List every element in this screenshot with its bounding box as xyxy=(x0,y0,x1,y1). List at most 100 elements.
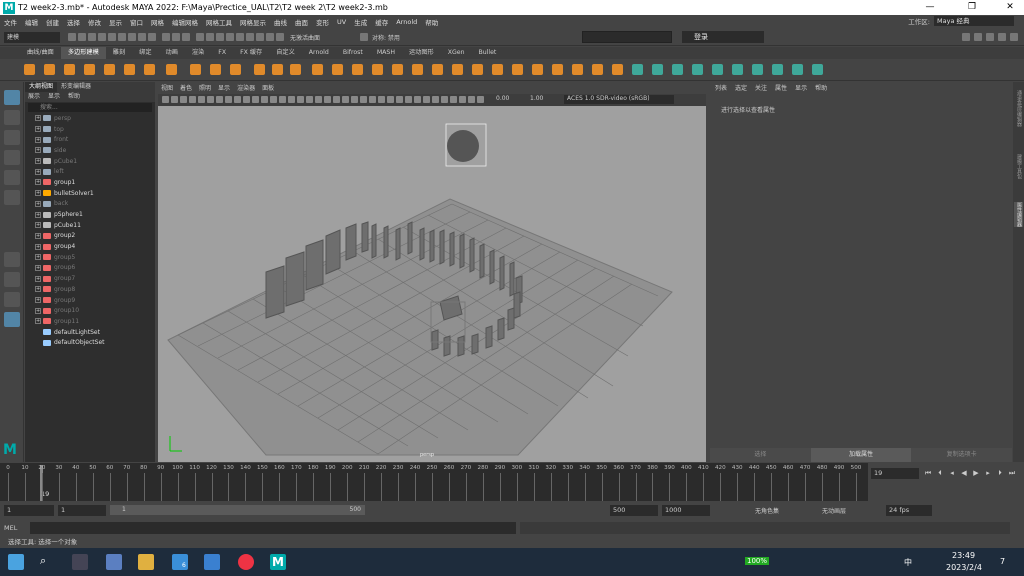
panel-toggle-icon[interactable] xyxy=(1010,33,1018,41)
outliner-item[interactable]: + bulletSolver1 xyxy=(25,188,155,199)
fps-dropdown[interactable]: 24 fps xyxy=(886,505,932,516)
sphere[interactable] xyxy=(447,130,479,162)
playback-start-field[interactable]: 1 xyxy=(58,505,106,516)
shelf-tool-icon[interactable] xyxy=(592,64,603,75)
viewport-toolbar-icon[interactable] xyxy=(198,96,205,103)
outliner-item[interactable]: + left xyxy=(25,166,155,177)
outliner-search-input[interactable]: 搜索... xyxy=(28,103,152,112)
mail-icon[interactable]: 6 xyxy=(172,554,188,570)
shelf-tool-icon[interactable] xyxy=(352,64,363,75)
move-tool-icon[interactable] xyxy=(4,150,20,165)
shelf-tab[interactable]: Arnold xyxy=(302,47,336,59)
outliner-menu-show[interactable]: 展示 xyxy=(28,92,40,102)
attr-menu-item[interactable]: 选定 xyxy=(735,84,747,94)
four-view-layout-icon[interactable] xyxy=(4,272,20,287)
expand-icon[interactable]: + xyxy=(35,232,41,239)
status-tool-icon[interactable] xyxy=(98,33,106,41)
shelf-tool-icon[interactable] xyxy=(632,64,643,75)
outliner-item[interactable]: + group2 xyxy=(25,231,155,242)
expand-icon[interactable]: + xyxy=(35,297,41,304)
viewport-menu-item[interactable]: 显示 xyxy=(218,84,230,94)
select-tool-icon[interactable] xyxy=(4,90,20,105)
expand-icon[interactable]: + xyxy=(35,200,41,207)
viewport-toolbar-icon[interactable] xyxy=(306,96,313,103)
menu-17[interactable]: Arnold xyxy=(392,18,421,26)
viewport-menu-item[interactable]: 视图 xyxy=(161,84,173,94)
shelf-tab[interactable]: MASH xyxy=(370,47,402,59)
search-icon[interactable]: ⌕ xyxy=(40,554,56,570)
status-tool-icon[interactable] xyxy=(138,33,146,41)
shelf-tab[interactable]: 渲染 xyxy=(185,47,211,59)
outliner-menu-help[interactable]: 帮助 xyxy=(68,92,80,102)
outliner-item[interactable]: + group6 xyxy=(25,263,155,274)
menu-9[interactable]: 网格工具 xyxy=(202,17,236,27)
viewport-toolbar-icon[interactable] xyxy=(297,96,304,103)
tab-channel-box[interactable]: 通道盒/层编辑器 xyxy=(1014,90,1023,127)
menu-10[interactable]: 网格显示 xyxy=(236,17,270,27)
shelf-tool-icon[interactable] xyxy=(732,64,743,75)
viewport-toolbar-icon[interactable] xyxy=(396,96,403,103)
status-tool-icon[interactable] xyxy=(128,33,136,41)
shelf-tab[interactable]: 自定义 xyxy=(269,47,302,59)
expand-icon[interactable]: + xyxy=(35,286,41,293)
viewport-toolbar-icon[interactable] xyxy=(369,96,376,103)
expand-icon[interactable]: + xyxy=(35,264,41,271)
shelf-tool-icon[interactable] xyxy=(812,64,823,75)
shelf-tool-icon[interactable] xyxy=(210,64,221,75)
outliner-item[interactable]: + group1 xyxy=(25,177,155,188)
viewport-toolbar-icon[interactable] xyxy=(243,96,250,103)
menu-8[interactable]: 编辑网格 xyxy=(168,17,202,27)
ime-indicator[interactable]: 中 xyxy=(904,557,912,568)
shelf-tab[interactable]: 多边形建模 xyxy=(60,47,106,59)
viewport-toolbar-icon[interactable] xyxy=(288,96,295,103)
shelf-tab[interactable]: 绑定 xyxy=(132,47,158,59)
chrome-icon[interactable] xyxy=(238,554,254,570)
shelf-tool-icon[interactable] xyxy=(64,64,75,75)
shelf-tool-icon[interactable] xyxy=(572,64,583,75)
shelf-tool-icon[interactable] xyxy=(392,64,403,75)
feishu-icon[interactable] xyxy=(204,554,220,570)
shelf-tool-icon[interactable] xyxy=(692,64,703,75)
outliner-item[interactable]: + group9 xyxy=(25,295,155,306)
status-tool-icon[interactable] xyxy=(148,33,156,41)
menu-5[interactable]: 显示 xyxy=(105,17,126,27)
maximize-button[interactable]: ❐ xyxy=(958,0,986,15)
clock-date[interactable]: 2023/2/4 xyxy=(946,563,982,572)
viewport-toolbar-icon[interactable] xyxy=(315,96,322,103)
viewport-menu-item[interactable]: 面板 xyxy=(262,84,274,94)
step-forward-frame-icon[interactable]: ▸ xyxy=(984,469,992,477)
expand-icon[interactable]: + xyxy=(35,243,41,250)
step-back-frame-icon[interactable]: ◂ xyxy=(948,469,956,477)
shelf-tab[interactable]: FX xyxy=(211,47,233,59)
exposure-value[interactable]: 0.00 xyxy=(496,95,509,102)
outliner-item[interactable]: + pSphere1 xyxy=(25,209,155,220)
shelf-tool-icon[interactable] xyxy=(44,64,55,75)
step-back-key-icon[interactable]: ⏴ xyxy=(936,469,944,477)
panel-toggle-icon[interactable] xyxy=(986,33,994,41)
minimize-button[interactable]: — xyxy=(916,0,944,15)
viewport-toolbar-icon[interactable] xyxy=(414,96,421,103)
viewport-toolbar-icon[interactable] xyxy=(225,96,232,103)
status-tool-icon[interactable] xyxy=(68,33,76,41)
viewport-toolbar-icon[interactable] xyxy=(459,96,466,103)
rotate-tool-icon[interactable] xyxy=(4,170,20,185)
outliner-item[interactable]: + front xyxy=(25,134,155,145)
outliner-item[interactable]: + persp xyxy=(25,113,155,124)
outliner-item[interactable]: + group8 xyxy=(25,284,155,295)
status-tool-icon[interactable] xyxy=(246,33,254,41)
outliner-item[interactable]: + group7 xyxy=(25,273,155,284)
shelf-tab[interactable]: 动画 xyxy=(159,47,185,59)
menu-6[interactable]: 窗口 xyxy=(126,17,147,27)
end-time-field[interactable]: 1000 xyxy=(662,505,710,516)
time-slider[interactable]: 19 0 10 20 30 40 50 60 70 80 90 100 110 120 130 140 150… xyxy=(0,463,868,501)
expand-icon[interactable]: + xyxy=(35,147,41,154)
outliner-item[interactable]: defaultObjectSet xyxy=(25,337,155,348)
viewport-toolbar-icon[interactable] xyxy=(477,96,484,103)
panel-toggle-icon[interactable] xyxy=(998,33,1006,41)
tab-attribute-editor[interactable]: 属性编辑器 xyxy=(1014,202,1023,227)
viewport-toolbar-icon[interactable] xyxy=(450,96,457,103)
viewport-toolbar-icon[interactable] xyxy=(216,96,223,103)
shelf-tool-icon[interactable] xyxy=(290,64,301,75)
status-tool-icon[interactable] xyxy=(78,33,86,41)
outliner-item[interactable]: + side xyxy=(25,145,155,156)
